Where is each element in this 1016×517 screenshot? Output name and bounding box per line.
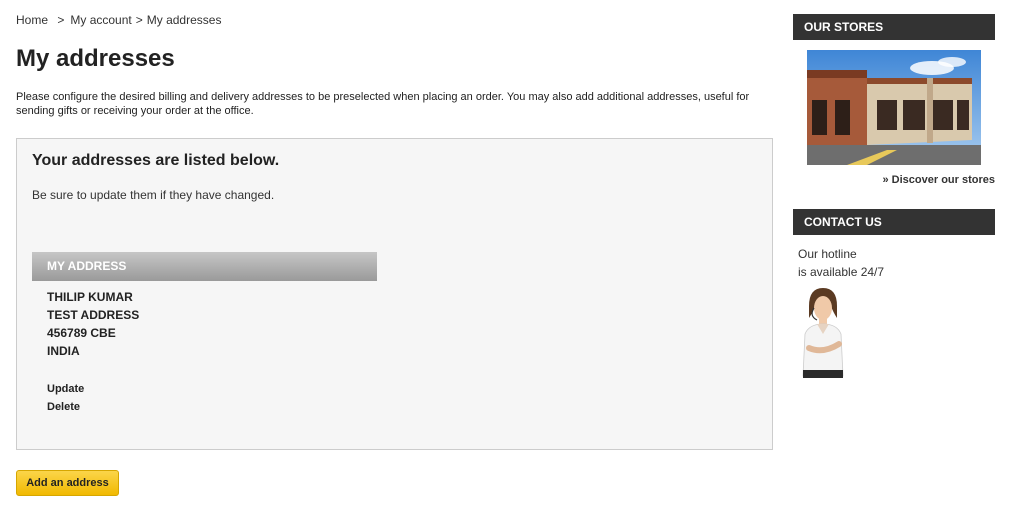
discover-stores-link[interactable]: » Discover our stores bbox=[883, 174, 996, 186]
delete-address-link[interactable]: Delete bbox=[47, 398, 377, 416]
contact-heading: CONTACT US bbox=[793, 209, 995, 235]
page-title: My addresses bbox=[16, 45, 175, 72]
addresses-box-subtitle: Be sure to update them if they have chan… bbox=[32, 188, 275, 202]
stores-heading: OUR STORES bbox=[793, 14, 995, 40]
address-name: THILIP KUMAR bbox=[47, 290, 133, 304]
hotline-text: Our hotline is available 24/7 bbox=[798, 245, 884, 281]
store-photo-illustration bbox=[807, 50, 981, 165]
support-agent-icon bbox=[795, 284, 851, 378]
breadcrumb-account-link[interactable]: My account bbox=[70, 13, 131, 27]
address-card-heading: MY ADDRESS bbox=[32, 252, 377, 281]
address-line1: TEST ADDRESS bbox=[47, 308, 140, 322]
addresses-box: Your addresses are listed below. Be sure… bbox=[16, 138, 773, 450]
breadcrumb-separator: > bbox=[135, 13, 143, 27]
breadcrumb: Home > My account > My addresses bbox=[16, 13, 221, 27]
hotline-line2: is available 24/7 bbox=[798, 265, 885, 279]
add-address-button[interactable]: Add an address bbox=[16, 470, 119, 496]
sidebar: OUR STORES » Discover our stores CONTACT… bbox=[793, 14, 995, 378]
support-agent-photo bbox=[795, 284, 851, 378]
update-address-link[interactable]: Update bbox=[47, 380, 377, 398]
page-intro: Please configure the desired billing and… bbox=[16, 91, 750, 117]
address-actions: Update Delete bbox=[32, 360, 377, 416]
breadcrumb-home-link[interactable]: Home bbox=[16, 13, 48, 27]
address-line2: 456789 CBE bbox=[47, 326, 116, 340]
addresses-box-title: Your addresses are listed below. bbox=[32, 152, 280, 169]
address-country: INDIA bbox=[47, 344, 80, 358]
store-photo[interactable] bbox=[807, 50, 981, 165]
hotline-line1: Our hotline bbox=[798, 247, 857, 261]
breadcrumb-current: My addresses bbox=[146, 13, 222, 27]
breadcrumb-separator: > bbox=[57, 13, 65, 27]
address-lines: THILIP KUMAR TEST ADDRESS 456789 CBE IND… bbox=[32, 281, 377, 360]
address-card: MY ADDRESS THILIP KUMAR TEST ADDRESS 456… bbox=[32, 252, 377, 416]
